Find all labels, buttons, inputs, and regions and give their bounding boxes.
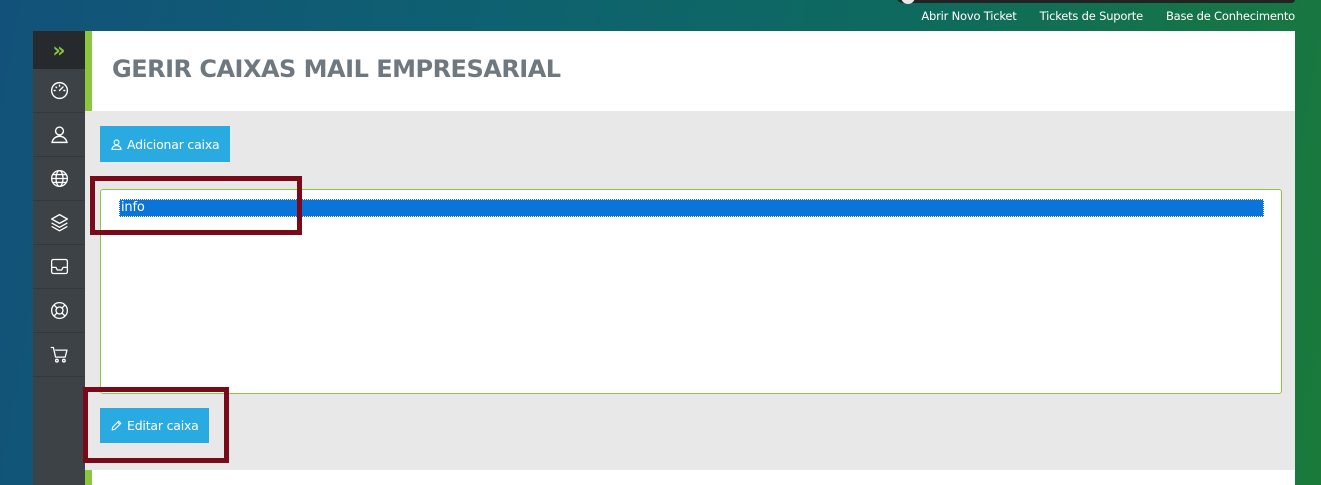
page-title: GERIR CAIXAS MAIL EMPRESARIAL [112, 55, 561, 83]
sidebar-item-services[interactable] [33, 201, 85, 245]
sidebar-item-inbox[interactable] [33, 245, 85, 289]
sidebar-item-domains[interactable] [33, 157, 85, 201]
layers-icon [50, 213, 68, 232]
open-ticket-link[interactable]: Abrir Novo Ticket [921, 9, 1016, 23]
user-icon [50, 126, 68, 144]
add-mailbox-label: Adicionar caixa [127, 136, 220, 152]
sidebar-item-dashboard[interactable] [33, 69, 85, 113]
add-mailbox-button[interactable]: Adicionar caixa [100, 126, 230, 162]
sidebar-item-support[interactable] [33, 289, 85, 333]
sidebar-item-account[interactable] [33, 113, 85, 157]
main-content: GERIR CAIXAS MAIL EMPRESARIAL Adicionar … [85, 31, 1295, 485]
header-accent-bar [85, 31, 92, 111]
highlight-box-mailbox [90, 176, 302, 235]
sidebar-toggle-button[interactable]: » [33, 31, 85, 69]
user-icon [111, 138, 122, 150]
inbox-icon [50, 258, 68, 275]
sidebar-item-cart[interactable] [33, 333, 85, 377]
cart-icon [50, 346, 68, 363]
support-tickets-link[interactable]: Tickets de Suporte [1040, 9, 1144, 23]
page-footer-area [85, 470, 1295, 485]
globe-icon [50, 169, 68, 188]
sidebar: » [33, 31, 85, 485]
footer-accent-bar [85, 470, 92, 485]
top-navigation: Abrir Novo Ticket Tickets de Suporte Bas… [921, 9, 1295, 23]
lifebuoy-icon [50, 301, 68, 320]
page-header: GERIR CAIXAS MAIL EMPRESARIAL [85, 31, 1295, 111]
knowledgebase-link[interactable]: Base de Conhecimento [1166, 9, 1295, 23]
top-user-pill [895, 0, 1295, 4]
dashboard-icon [50, 81, 68, 100]
highlight-box-edit-button [83, 387, 229, 463]
